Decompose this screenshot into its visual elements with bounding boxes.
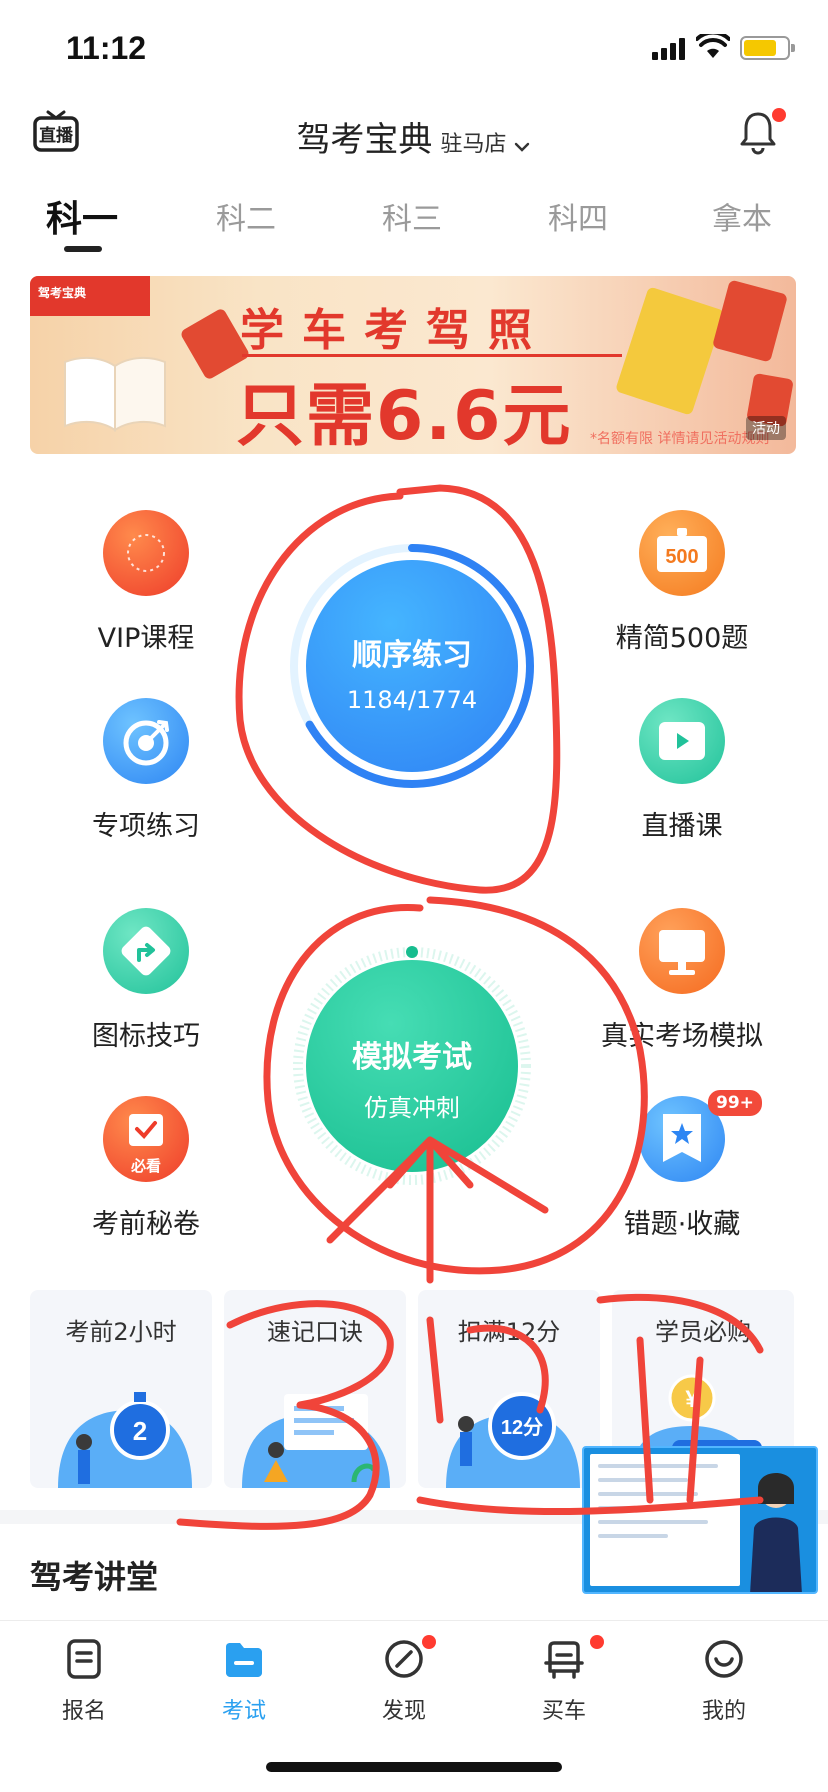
wifi-icon [696,34,730,58]
tabbar-item-mine[interactable]: 我的 [664,1635,784,1725]
banner-price: 只需6.6元 [236,377,573,454]
must-see-badge: 必看 [130,1157,161,1175]
no-entry-sign-icon: 12分 [446,1392,580,1488]
battery-icon [740,36,795,60]
tabbar-label: 报名 [61,1699,106,1724]
tab-subject-3[interactable]: 科三 [352,194,472,238]
stopwatch-icon: 2 [58,1392,192,1488]
target-icon [103,698,189,784]
feature-label: VIP课程 [97,623,195,654]
card-quick-memo[interactable]: 速记口诀 [224,1290,406,1488]
feature-label: 错题·收藏 [623,1209,741,1240]
feature-live-class[interactable]: 直播课 [582,698,782,843]
feature-label: 考前秘卷 [92,1209,200,1240]
tabbar-item-buy-car[interactable]: 买车 [504,1635,624,1725]
vip-icon [103,510,189,596]
card-title: 学员必购 [655,1318,751,1346]
monitor-icon [639,908,725,994]
card-art-text: ¥ [685,1386,699,1413]
active-tab-indicator [64,246,102,252]
car-icon [544,1641,584,1679]
card-title: 扣满12分 [457,1318,561,1346]
icon-500-text: 500 [665,546,698,568]
feature-label: 图标技巧 [92,1021,200,1052]
mock-exam-button[interactable]: 模拟考试 仿真冲刺 [306,960,518,1172]
sequence-practice-progress: 1184/1774 [346,686,478,714]
video-slide [590,1454,740,1586]
card-art-text: 2 [133,1416,147,1446]
section-title: 驾考讲堂 [30,1558,159,1596]
feature-label: 专项练习 [92,811,200,842]
card-2hours-before[interactable]: 考前2小时 2 [30,1290,212,1488]
red-envelope-icon [711,279,789,363]
store-selector[interactable]: 驻马店 [440,132,506,157]
feature-vip-course[interactable]: VIP课程 [46,510,246,655]
banner-headline: 学车考驾照 [240,305,550,356]
road-sign-icon [103,908,189,994]
subject-tabs: 科一 科二 科三 科四 拿本 [0,188,828,258]
count-badge: 99+ [708,1090,762,1116]
app-title: 驾考宝典 [296,120,433,160]
tabbar-label: 买车 [541,1699,586,1724]
clipboard-check-icon: 必看 [103,1096,189,1182]
tabbar-item-exam[interactable]: 考试 [184,1635,304,1725]
cellular-signal-icon [652,38,685,60]
feature-topic-practice[interactable]: 专项练习 [46,698,246,843]
feature-sign-tips[interactable]: 图标技巧 [46,908,246,1053]
feature-500-questions[interactable]: 500 精简500题 [582,510,782,655]
mock-exam-sublabel: 仿真冲刺 [364,1094,460,1122]
card-12-points[interactable]: 扣满12分 12分 [418,1290,600,1488]
feature-wrong-favorites[interactable]: 错题·收藏 [582,1096,782,1241]
feature-real-exam-sim[interactable]: 真实考场模拟 [582,908,782,1053]
sequence-practice-label: 顺序练习 [352,638,472,673]
feature-label: 直播课 [641,811,723,842]
app-header: 直播 驾考宝典 驻马店 [0,100,828,180]
discover-red-dot [422,1635,436,1649]
notebook-icon [614,286,726,416]
video-play-icon [639,698,725,784]
tabbar-label: 我的 [701,1699,746,1724]
feature-label: 精简500题 [615,623,749,654]
folder-icon [226,1643,262,1677]
feature-secret-paper[interactable]: 必看 考前秘卷 [46,1096,246,1241]
feature-label: 真实考场模拟 [601,1021,763,1052]
banner-note: *名额有限 详情请见活动规则 [590,431,770,447]
tab-subject-4[interactable]: 科四 [518,194,638,238]
buy-car-red-dot [590,1635,604,1649]
status-bar: 11:12 [0,0,828,100]
notification-dot [772,108,786,122]
banner-divider [242,354,622,357]
promo-banner[interactable]: 驾考宝典 学车考驾照 只需6.6元 *名额有限 详情请见活动规则 活动 [30,276,796,454]
floating-live-video[interactable] [582,1446,818,1594]
tabbar-item-signup[interactable]: 报名 [24,1635,144,1725]
status-time: 11:12 [66,30,147,66]
mock-exam-label: 模拟考试 [352,1040,472,1075]
title-store-switcher[interactable]: 驾考宝典 驻马店 [0,112,828,161]
home-indicator[interactable] [266,1762,562,1772]
tabbar-item-discover[interactable]: 发现 [344,1635,464,1725]
banner-brand: 驾考宝典 [38,286,87,300]
sequence-practice-button[interactable]: 顺序练习 1184/1774 [306,560,518,772]
card-title: 速记口诀 [267,1318,363,1346]
tab-get-license[interactable]: 拿本 [682,194,802,238]
chevron-down-icon[interactable] [512,137,532,157]
bottom-tab-bar: 报名 考试 发现 买车 我的 [0,1620,828,1740]
smile-icon [705,1640,743,1678]
card-art-text: 12分 [501,1416,543,1439]
tabbar-label: 考试 [221,1699,266,1724]
reading-person-icon [242,1394,390,1488]
card-title: 考前2小时 [65,1318,177,1346]
tab-subject-1[interactable]: 科一 [22,190,142,242]
presenter-icon [750,1473,802,1592]
document-icon [67,1639,101,1679]
tab-subject-2[interactable]: 科二 [186,194,306,238]
open-book-icon [64,356,166,432]
banner-tag: 活动 [746,416,786,440]
compass-icon [385,1640,423,1678]
500-icon: 500 [639,510,725,596]
tabbar-label: 发现 [381,1699,426,1724]
